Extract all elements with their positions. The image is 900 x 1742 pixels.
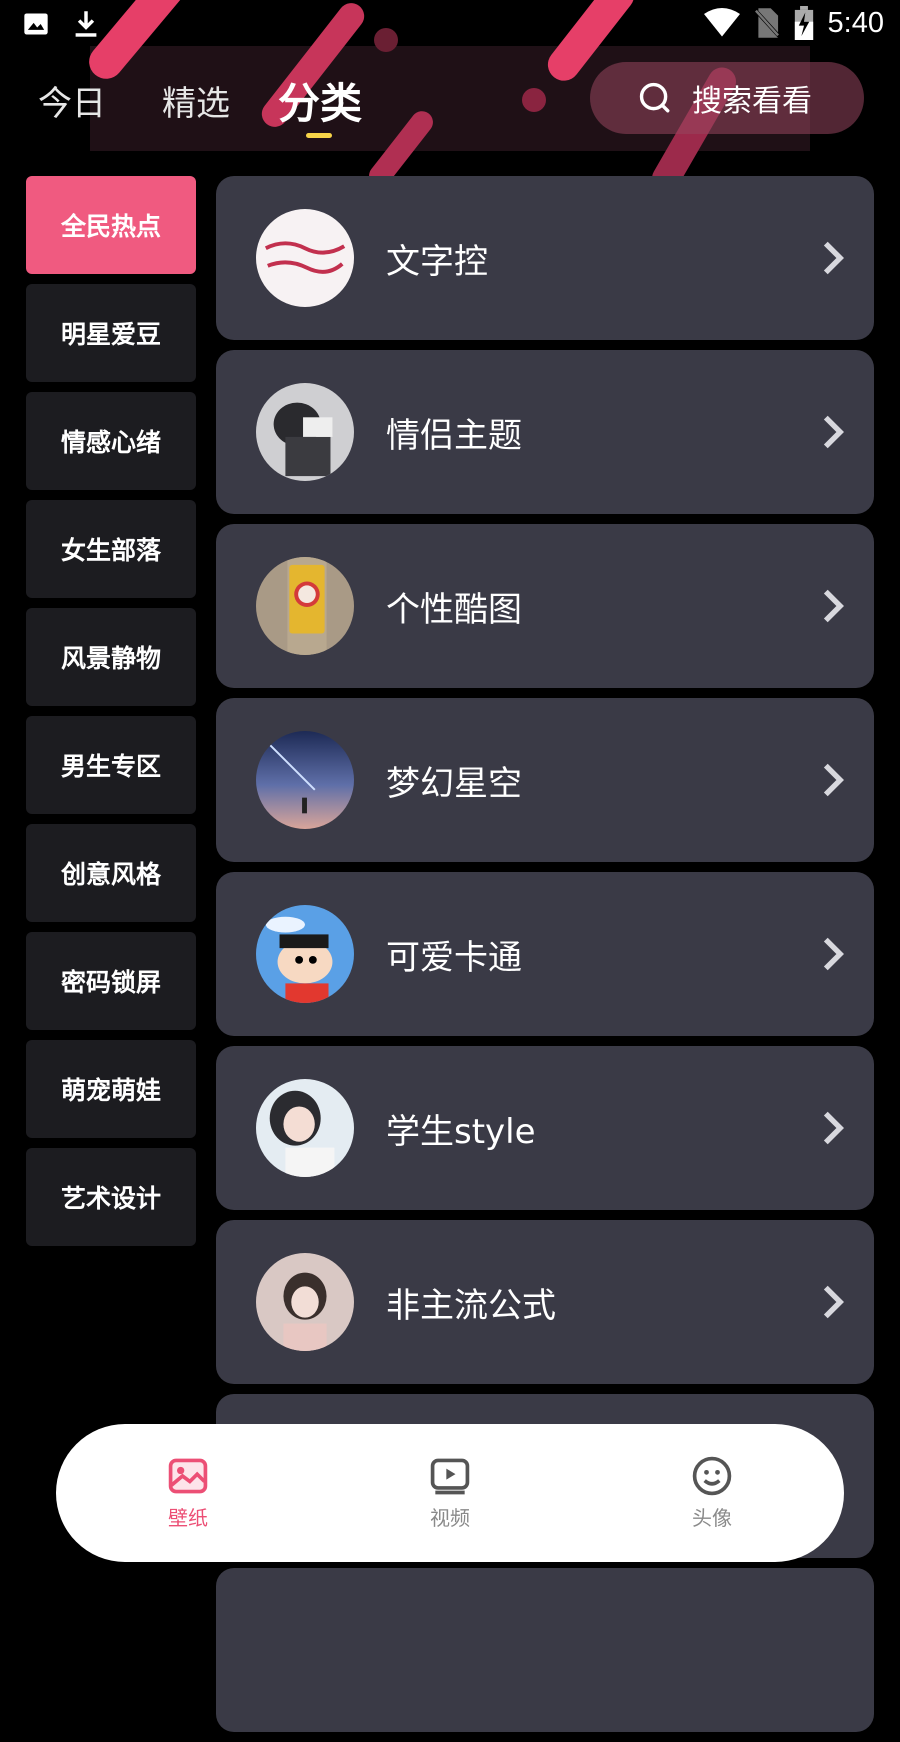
category-label: 个性酷图 — [386, 590, 522, 630]
category-card-text[interactable]: 文字控 — [216, 176, 874, 340]
search-placeholder: 搜索看看 — [692, 84, 812, 119]
category-card-non-mainstream[interactable]: 非主流公式 — [216, 1220, 874, 1384]
sidebar-item-girls[interactable]: 女生部落 — [26, 500, 196, 598]
sidebar-item-art-design[interactable]: 艺术设计 — [26, 1148, 196, 1246]
category-label: 可爱卡通 — [386, 938, 522, 978]
tab-categories[interactable]: 分类 — [278, 70, 362, 131]
status-bar: 5:40 — [0, 0, 900, 50]
sidebar-item-creative[interactable]: 创意风格 — [26, 824, 196, 922]
sidebar-item-celebrity[interactable]: 明星爱豆 — [26, 284, 196, 382]
bottom-nav-label: 视频 — [430, 1506, 470, 1530]
chevron-right-icon — [823, 1111, 844, 1145]
download-icon — [75, 11, 97, 37]
category-label: 情侣主题 — [386, 416, 522, 456]
sidebar-item-lockscreen[interactable]: 密码锁屏 — [26, 932, 196, 1030]
chevron-right-icon — [823, 1285, 844, 1319]
tab-today[interactable]: 今日 — [38, 76, 106, 125]
category-thumbnail — [256, 1253, 354, 1351]
bottom-nav-video[interactable]: 视频 — [390, 1454, 510, 1531]
sidebar-item-boys[interactable]: 男生专区 — [26, 716, 196, 814]
wallpaper-icon — [168, 1458, 208, 1494]
battery-charging-icon — [794, 6, 813, 40]
category-label: 梦幻星空 — [386, 764, 522, 804]
video-icon — [430, 1458, 470, 1495]
category-thumbnail — [256, 557, 354, 655]
bottom-navigation: 壁纸 视频 头像 — [56, 1424, 844, 1562]
sidebar-item-emotion[interactable]: 情感心绪 — [26, 392, 196, 490]
category-thumbnail — [256, 1079, 354, 1177]
chevron-right-icon — [823, 763, 844, 797]
tab-featured[interactable]: 精选 — [162, 76, 230, 125]
sidebar-item-hot[interactable]: 全民热点 — [26, 176, 196, 274]
chevron-right-icon — [823, 415, 844, 449]
chevron-right-icon — [823, 937, 844, 971]
no-sim-icon — [753, 8, 780, 38]
bottom-nav-avatar[interactable]: 头像 — [652, 1454, 772, 1531]
search-icon — [639, 82, 670, 113]
category-card-partial[interactable] — [216, 1568, 874, 1732]
category-sidebar: 全民热点 明星爱豆 情感心绪 女生部落 风景静物 男生专区 创意风格 密码锁屏 … — [26, 176, 196, 1256]
bottom-nav-label: 壁纸 — [168, 1506, 208, 1530]
status-time: 5:40 — [827, 6, 884, 39]
category-card-couples[interactable]: 情侣主题 — [216, 350, 874, 514]
category-thumbnail — [256, 383, 354, 481]
category-label: 学生style — [386, 1112, 536, 1152]
sidebar-item-pets-kids[interactable]: 萌宠萌娃 — [26, 1040, 196, 1138]
active-tab-indicator — [306, 133, 332, 138]
search-box[interactable]: 搜索看看 — [590, 62, 864, 134]
top-navigation: 今日 精选 分类 搜索看看 — [0, 62, 900, 152]
wifi-icon — [703, 8, 740, 37]
chevron-right-icon — [823, 241, 844, 275]
category-card-student[interactable]: 学生style — [216, 1046, 874, 1210]
category-card-cool[interactable]: 个性酷图 — [216, 524, 874, 688]
image-icon — [24, 13, 48, 35]
category-card-cartoon[interactable]: 可爱卡通 — [216, 872, 874, 1036]
category-thumbnail — [256, 905, 354, 1003]
category-thumbnail — [256, 731, 354, 829]
category-label: 文字控 — [386, 242, 488, 282]
category-card-starry[interactable]: 梦幻星空 — [216, 698, 874, 862]
category-thumbnail — [256, 209, 354, 307]
bottom-nav-label: 头像 — [692, 1506, 732, 1530]
avatar-smile-icon — [692, 1456, 732, 1496]
category-label: 非主流公式 — [386, 1286, 556, 1326]
sidebar-item-scenery[interactable]: 风景静物 — [26, 608, 196, 706]
chevron-right-icon — [823, 589, 844, 623]
bottom-nav-wallpaper[interactable]: 壁纸 — [128, 1454, 248, 1531]
